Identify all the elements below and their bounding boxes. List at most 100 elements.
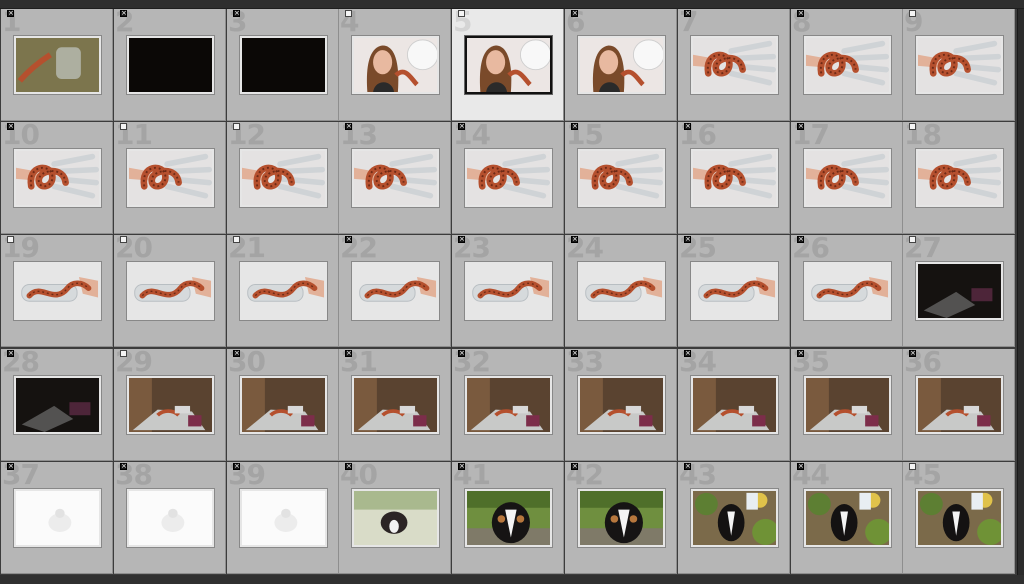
grid-cell[interactable]: 26 × [791, 235, 903, 347]
photo-thumbnail[interactable] [804, 36, 891, 94]
photo-thumbnail[interactable] [14, 489, 101, 547]
photo-thumbnail[interactable] [578, 262, 665, 320]
photo-thumbnail[interactable] [14, 376, 101, 434]
reject-flag-icon[interactable]: × [909, 350, 916, 357]
grid-cell[interactable]: 23 × [452, 235, 564, 347]
vertical-scrollbar[interactable] [1017, 9, 1024, 575]
grid-cell[interactable]: 10 × [1, 122, 113, 234]
grid-cell[interactable]: 36 × [903, 349, 1015, 461]
grid-cell[interactable]: 29 [114, 349, 226, 461]
photo-thumbnail[interactable] [578, 36, 665, 94]
unflagged-flag-icon[interactable] [7, 236, 14, 243]
grid-cell[interactable]: 12 [227, 122, 339, 234]
grid-cell[interactable]: 42 × [565, 462, 677, 574]
reject-flag-icon[interactable]: × [684, 463, 691, 470]
photo-thumbnail[interactable] [14, 149, 101, 207]
reject-flag-icon[interactable]: × [797, 123, 804, 130]
photo-thumbnail[interactable] [916, 36, 1003, 94]
photo-thumbnail[interactable] [691, 489, 778, 547]
photo-thumbnail[interactable] [240, 376, 327, 434]
grid-cell[interactable]: 16 × [678, 122, 790, 234]
reject-flag-icon[interactable]: × [458, 123, 465, 130]
grid-cell[interactable]: 25 × [678, 235, 790, 347]
grid-cell[interactable]: 28 × [1, 349, 113, 461]
grid-cell[interactable]: 18 [903, 122, 1015, 234]
grid-cell[interactable]: 5 [452, 9, 564, 121]
photo-thumbnail[interactable] [916, 376, 1003, 434]
grid-cell[interactable]: 31 × [339, 349, 451, 461]
photo-thumbnail[interactable] [804, 376, 891, 434]
photo-thumbnail[interactable] [578, 149, 665, 207]
photo-thumbnail[interactable] [465, 36, 552, 94]
reject-flag-icon[interactable]: × [7, 123, 14, 130]
reject-flag-icon[interactable]: × [458, 236, 465, 243]
photo-thumbnail[interactable] [352, 489, 439, 547]
photo-thumbnail[interactable] [804, 262, 891, 320]
grid-cell[interactable]: 11 [114, 122, 226, 234]
reject-flag-icon[interactable]: × [684, 123, 691, 130]
photo-thumbnail[interactable] [691, 262, 778, 320]
photo-thumbnail[interactable] [352, 149, 439, 207]
photo-thumbnail[interactable] [127, 262, 214, 320]
photo-thumbnail[interactable] [240, 36, 327, 94]
unflagged-flag-icon[interactable] [909, 123, 916, 130]
grid-cell[interactable]: 24 × [565, 235, 677, 347]
reject-flag-icon[interactable]: × [345, 236, 352, 243]
photo-thumbnail[interactable] [578, 376, 665, 434]
reject-flag-icon[interactable]: × [233, 350, 240, 357]
photo-thumbnail[interactable] [352, 262, 439, 320]
grid-cell[interactable]: 41 × [452, 462, 564, 574]
reject-flag-icon[interactable]: × [684, 10, 691, 17]
reject-flag-icon[interactable]: × [7, 463, 14, 470]
photo-thumbnail[interactable] [14, 262, 101, 320]
photo-thumbnail[interactable] [127, 149, 214, 207]
grid-cell[interactable]: 9 [903, 9, 1015, 121]
photo-thumbnail[interactable] [916, 262, 1003, 320]
photo-thumbnail[interactable] [691, 376, 778, 434]
grid-cell[interactable]: 21 [227, 235, 339, 347]
grid-cell[interactable]: 35 × [791, 349, 903, 461]
unflagged-flag-icon[interactable] [909, 236, 916, 243]
photo-thumbnail[interactable] [465, 489, 552, 547]
photo-thumbnail[interactable] [240, 489, 327, 547]
grid-cell[interactable]: 43 × [678, 462, 790, 574]
reject-flag-icon[interactable]: × [571, 123, 578, 130]
photo-thumbnail[interactable] [804, 489, 891, 547]
grid-cell[interactable]: 39 × [227, 462, 339, 574]
unflagged-flag-icon[interactable] [233, 236, 240, 243]
reject-flag-icon[interactable]: × [458, 350, 465, 357]
photo-thumbnail[interactable] [691, 36, 778, 94]
grid-cell[interactable]: 44 × [791, 462, 903, 574]
reject-flag-icon[interactable]: × [120, 10, 127, 17]
grid-cell[interactable]: 33 × [565, 349, 677, 461]
unflagged-flag-icon[interactable] [233, 123, 240, 130]
reject-flag-icon[interactable]: × [120, 463, 127, 470]
grid-cell[interactable]: 40 × [339, 462, 451, 574]
photo-thumbnail[interactable] [127, 36, 214, 94]
reject-flag-icon[interactable]: × [797, 10, 804, 17]
reject-flag-icon[interactable]: × [345, 123, 352, 130]
reject-flag-icon[interactable]: × [571, 10, 578, 17]
unflagged-flag-icon[interactable] [120, 350, 127, 357]
photo-thumbnail[interactable] [127, 376, 214, 434]
grid-cell[interactable]: 37 × [1, 462, 113, 574]
photo-thumbnail[interactable] [352, 36, 439, 94]
reject-flag-icon[interactable]: × [345, 350, 352, 357]
unflagged-flag-icon[interactable] [909, 10, 916, 17]
photo-thumbnail[interactable] [14, 36, 101, 94]
unflagged-flag-icon[interactable] [345, 10, 352, 17]
grid-cell[interactable]: 32 × [452, 349, 564, 461]
grid-cell[interactable]: 4 [339, 9, 451, 121]
photo-thumbnail[interactable] [804, 149, 891, 207]
grid-cell[interactable]: 45 [903, 462, 1015, 574]
photo-thumbnail[interactable] [465, 262, 552, 320]
reject-flag-icon[interactable]: × [571, 236, 578, 243]
reject-flag-icon[interactable]: × [7, 350, 14, 357]
reject-flag-icon[interactable]: × [458, 463, 465, 470]
grid-cell[interactable]: 8 × [791, 9, 903, 121]
grid-cell[interactable]: 13 × [339, 122, 451, 234]
grid-cell[interactable]: 19 [1, 235, 113, 347]
photo-thumbnail[interactable] [240, 262, 327, 320]
grid-cell[interactable]: 7 × [678, 9, 790, 121]
photo-thumbnail[interactable] [691, 149, 778, 207]
